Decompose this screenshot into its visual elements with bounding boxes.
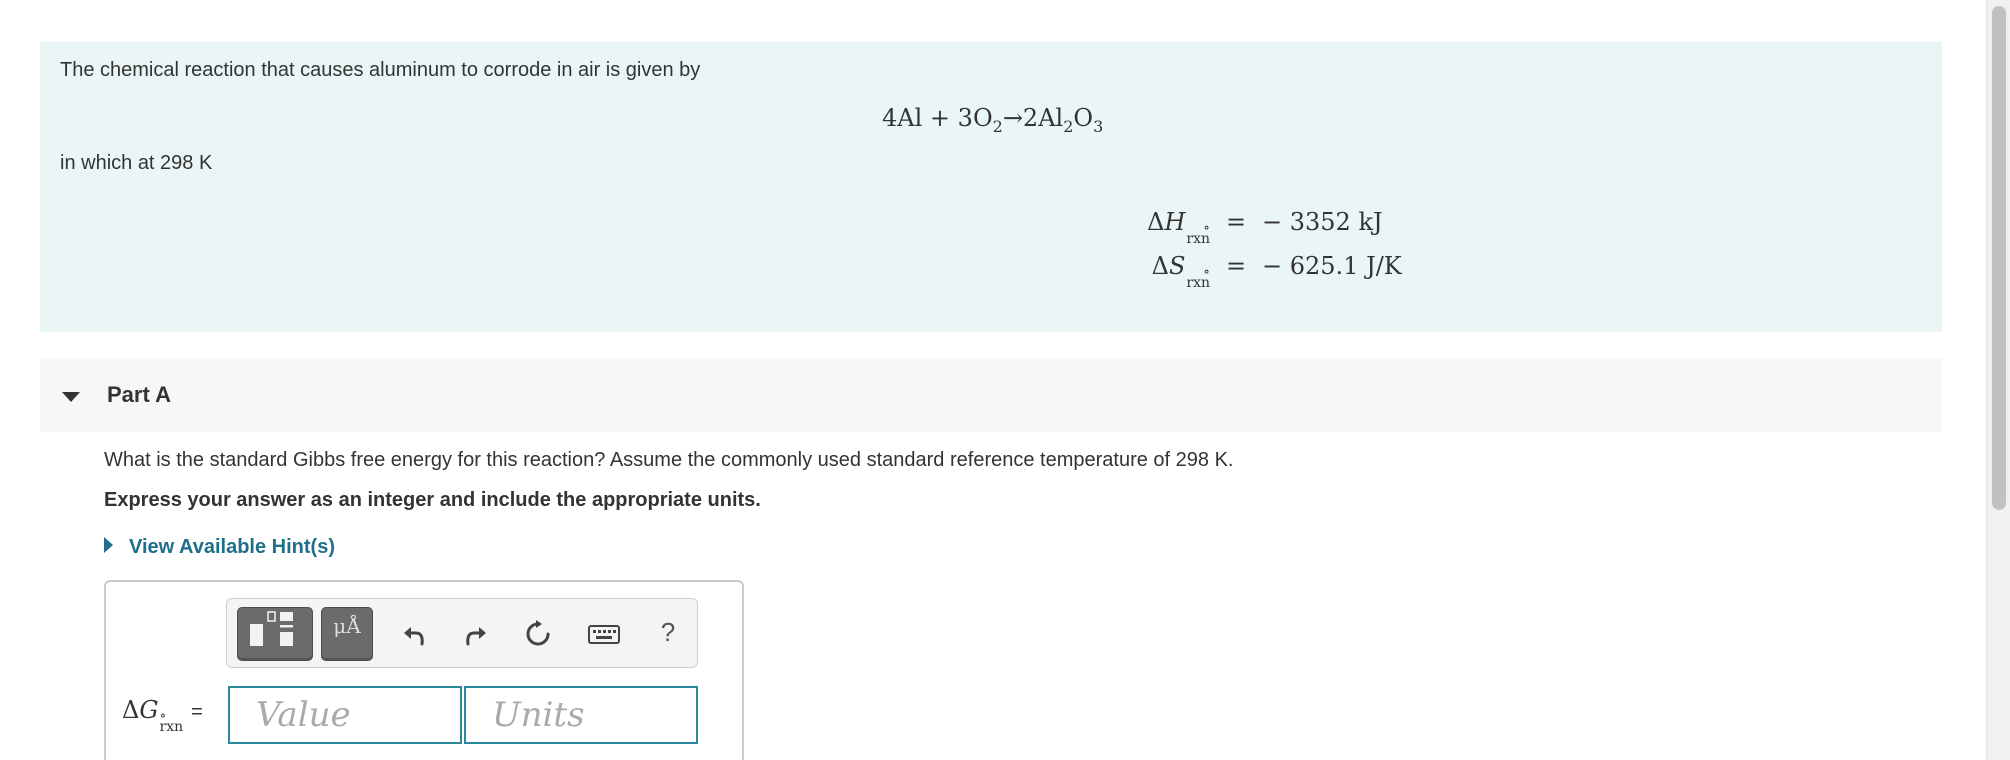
math-toolbar: μÅ ? [226, 598, 698, 668]
units-icon: μÅ [333, 614, 361, 638]
collapse-triangle-icon[interactable] [62, 392, 80, 402]
equals-sign: = [1225, 252, 1247, 280]
templates-button[interactable] [237, 607, 313, 661]
subscript: 2 [992, 116, 1003, 136]
enthalpy-value: − 3352 kJ [1262, 208, 1383, 236]
entropy-value: − 625.1 J/K [1262, 252, 1402, 280]
value-input[interactable] [228, 686, 462, 744]
reset-icon [526, 620, 550, 646]
expand-triangle-icon [104, 536, 113, 553]
subscript: 3 [1093, 116, 1104, 136]
answer-label: ΔG ∘ rxn = [122, 696, 203, 735]
product-o: O [1073, 104, 1094, 132]
subscript: 2 [1063, 116, 1074, 136]
redo-button[interactable] [461, 619, 491, 649]
reaction-equation: 4Al + 3O2→2Al2O3 [882, 104, 1103, 136]
question-text: What is the standard Gibbs free energy f… [104, 449, 1234, 471]
plus-sign: + [929, 104, 951, 132]
scrollbar-thumb[interactable] [1992, 6, 2006, 510]
redo-icon [466, 627, 486, 646]
enthalpy-row: ΔH ∘ rxn = − 3352 kJ [1090, 208, 1402, 252]
product-al: 2Al [1022, 104, 1064, 132]
vertical-scrollbar[interactable] [1986, 0, 2010, 760]
reactant-al: 4Al [882, 104, 923, 132]
reactant-o2: 3O [957, 104, 993, 132]
page: The chemical reaction that causes alumin… [0, 0, 2010, 760]
thermo-data: ΔH ∘ rxn = − 3352 kJ ΔS ∘ rxn = − 625.1 J/K [1090, 208, 1402, 296]
templates-icon [250, 611, 293, 646]
part-a-header[interactable]: Part A [40, 358, 1942, 432]
undo-icon [404, 627, 424, 646]
equals-sign: = [1225, 208, 1247, 236]
view-hints-link[interactable]: View Available Hint(s) [104, 536, 335, 559]
keyboard-icon [588, 625, 620, 644]
intro-text: The chemical reaction that causes alumin… [60, 59, 701, 81]
enthalpy-symbol: ΔH ∘ rxn [1147, 208, 1210, 247]
undo-button[interactable] [399, 619, 429, 649]
keyboard-button[interactable] [587, 619, 621, 649]
help-button[interactable]: ? [653, 617, 683, 647]
answer-box: μÅ ? ΔG ∘ rxn = Value Units [104, 580, 744, 760]
problem-intro: The chemical reaction that causes alumin… [40, 42, 1942, 332]
reset-button[interactable] [523, 619, 553, 649]
part-title: Part A [107, 382, 171, 407]
hints-label: View Available Hint(s) [129, 536, 335, 558]
reaction-arrow: → [1002, 104, 1023, 132]
help-icon: ? [660, 616, 676, 647]
instruction-text: Express your answer as an integer and in… [104, 489, 761, 511]
units-button[interactable]: μÅ [321, 607, 373, 661]
entropy-symbol: ΔS ∘ rxn [1151, 252, 1210, 291]
intro-condition: in which at 298 K [60, 152, 213, 174]
entropy-row: ΔS ∘ rxn = − 625.1 J/K [1090, 252, 1402, 296]
units-input[interactable] [464, 686, 698, 744]
